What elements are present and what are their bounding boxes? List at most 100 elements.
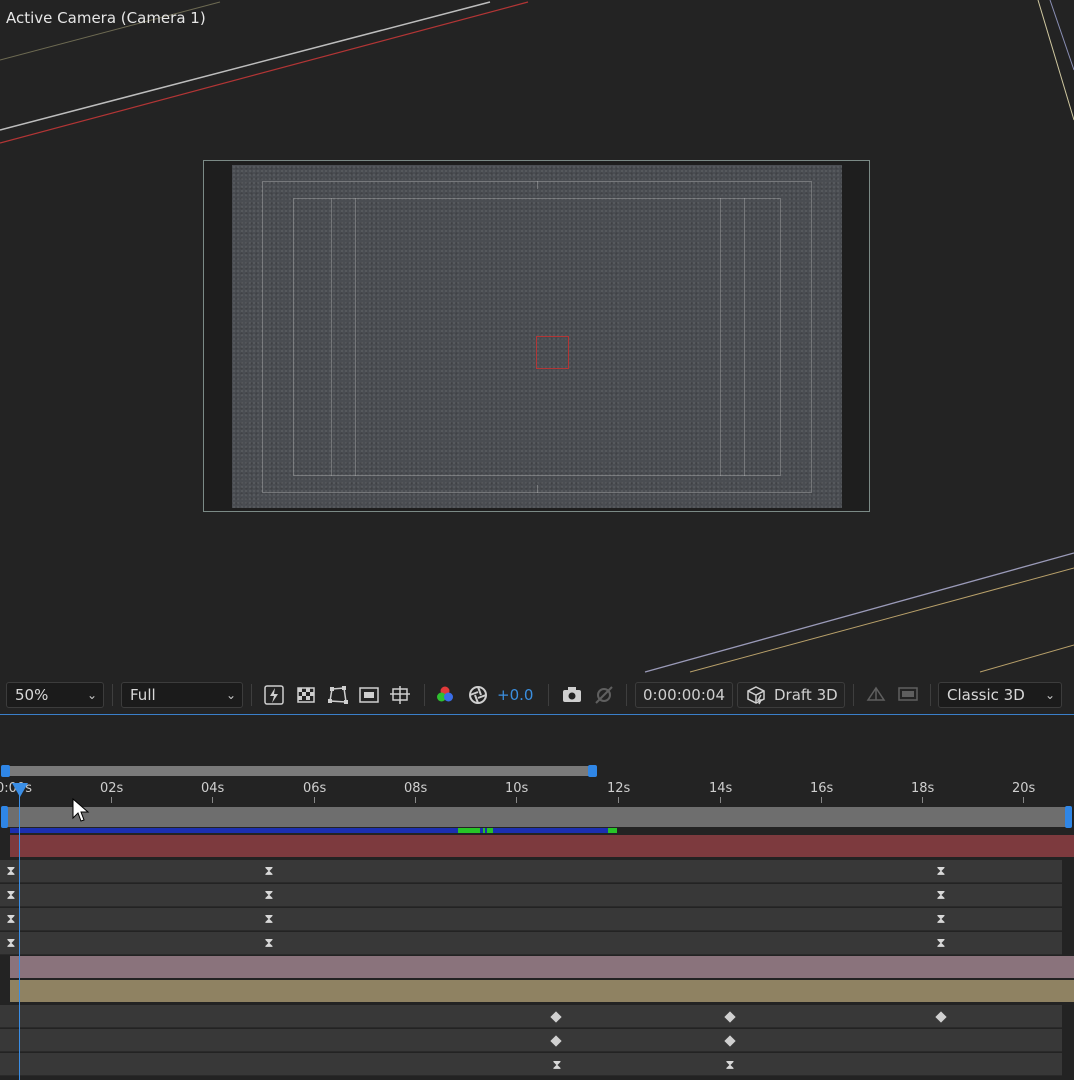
tick-mark [415, 797, 416, 803]
layer-bar-camera[interactable] [10, 835, 1074, 857]
tick-label: 02s [100, 781, 124, 796]
reset-exposure-icon[interactable] [467, 684, 489, 706]
tick-mark [821, 797, 822, 803]
tick-mark [720, 797, 721, 803]
show-snapshot-icon[interactable] [593, 684, 615, 706]
tick-label: 18s [911, 781, 935, 796]
tick-mark [111, 797, 112, 803]
layer-bar-pink[interactable] [10, 956, 1074, 978]
time-navigator-start-handle[interactable] [1, 765, 10, 777]
grid-guides-icon[interactable] [389, 684, 411, 706]
keyframe-ease-icon[interactable]: ⧗ [934, 937, 948, 950]
tick-mark [516, 797, 517, 803]
composition-viewer[interactable]: Active Camera (Camera 1) [0, 0, 1074, 676]
layer-bar-tan[interactable] [10, 980, 1074, 1002]
draft-3d-label: Draft 3D [774, 686, 838, 704]
resolution-dropdown[interactable]: Full ⌄ [121, 682, 243, 708]
keyframe-ease-icon[interactable]: ⧗ [723, 1059, 737, 1072]
keyframe-ease-icon[interactable]: ⧗ [4, 889, 18, 902]
time-navigator-bar[interactable] [4, 766, 592, 776]
keyframe-ease-icon[interactable]: ⧗ [550, 1059, 564, 1072]
cache-indicator-bar [10, 828, 616, 833]
chevron-down-icon: ⌄ [225, 688, 236, 702]
property-track-row[interactable] [0, 1029, 1062, 1052]
tick-mark [314, 797, 315, 803]
center-mark-bottom [537, 485, 538, 493]
tick-label: 08s [404, 781, 428, 796]
chevron-down-icon: ⌄ [1044, 688, 1055, 702]
cache-segment [487, 828, 493, 833]
keyframe-ease-icon[interactable]: ⧗ [262, 889, 276, 902]
viewer-toolbar: 50% ⌄ Full ⌄ +0.0 0:00:00:04 Draft 3D Cl… [0, 676, 1074, 715]
fast-previews-icon[interactable] [263, 684, 285, 706]
3d-view-icon[interactable] [865, 684, 887, 706]
property-track-row[interactable] [0, 884, 1062, 907]
keyframe-ease-icon[interactable]: ⧗ [4, 865, 18, 878]
keyframe-ease-icon[interactable]: ⧗ [262, 937, 276, 950]
toolbar-divider [424, 684, 425, 706]
tick-label: 20s [1012, 781, 1036, 796]
work-area-start-handle[interactable] [1, 806, 8, 828]
magnification-dropdown[interactable]: 50% ⌄ [6, 682, 104, 708]
time-navigator-end-handle[interactable] [588, 765, 597, 777]
transparency-grid-icon[interactable] [295, 684, 317, 706]
keyframe-ease-icon[interactable]: ⧗ [262, 913, 276, 926]
property-track-row[interactable] [0, 860, 1062, 883]
magnification-value: 50% [15, 686, 49, 704]
toolbar-divider [626, 684, 627, 706]
cache-segment [483, 828, 485, 833]
toolbar-divider [930, 684, 931, 706]
work-area-bar[interactable] [4, 807, 1068, 827]
3d-cube-icon [746, 685, 768, 712]
property-track-row[interactable] [0, 1053, 1062, 1076]
view-layout-icon[interactable] [897, 684, 919, 706]
keyframe-ease-icon[interactable]: ⧗ [934, 865, 948, 878]
chevron-down-icon: ⌄ [86, 688, 97, 702]
tick-mark [618, 797, 619, 803]
tick-label: 04s [201, 781, 225, 796]
center-cut-guide-left [331, 198, 332, 476]
tick-mark [212, 797, 213, 803]
tick-label: 14s [709, 781, 733, 796]
tick-label: 10s [505, 781, 529, 796]
keyframe-ease-icon[interactable]: ⧗ [4, 913, 18, 926]
tick-mark [1023, 797, 1024, 803]
resolution-value: Full [130, 686, 156, 704]
toolbar-divider [853, 684, 854, 706]
current-time-display[interactable]: 0:00:00:04 [635, 682, 733, 708]
tick-label: 06s [303, 781, 327, 796]
tick-label: 12s [607, 781, 631, 796]
tick-label: 16s [810, 781, 834, 796]
keyframe-ease-icon[interactable]: ⧗ [934, 889, 948, 902]
center-mark-top [537, 181, 538, 189]
mouse-cursor-icon [72, 798, 90, 822]
center-cut-guide-right [744, 198, 745, 476]
camera-point-of-interest[interactable] [536, 336, 569, 369]
3d-renderer-dropdown[interactable]: Classic 3D ⌄ [938, 682, 1062, 708]
toolbar-divider [251, 684, 252, 706]
color-channels-icon[interactable] [434, 684, 456, 706]
toolbar-divider [548, 684, 549, 706]
keyframe-ease-icon[interactable]: ⧗ [4, 937, 18, 950]
center-cut-guide-right-inner [720, 198, 721, 476]
mask-path-icon[interactable] [327, 684, 349, 706]
viewer-camera-label: Active Camera (Camera 1) [6, 9, 206, 27]
region-of-interest-icon[interactable] [358, 684, 380, 706]
3d-renderer-value: Classic 3D [947, 686, 1025, 704]
property-track-row[interactable] [0, 908, 1062, 931]
keyframe-ease-icon[interactable]: ⧗ [934, 913, 948, 926]
cache-segment [608, 828, 617, 833]
snapshot-icon[interactable] [561, 684, 583, 706]
keyframe-ease-icon[interactable]: ⧗ [262, 865, 276, 878]
property-track-row[interactable] [0, 932, 1062, 955]
toolbar-divider [112, 684, 113, 706]
work-area-end-handle[interactable] [1065, 806, 1072, 828]
exposure-value[interactable]: +0.0 [497, 682, 533, 708]
current-time-indicator-line[interactable] [19, 788, 20, 1080]
property-track-row[interactable] [0, 1005, 1062, 1028]
timeline-panel[interactable]: 0:00s 02s 04s 06s 08s 10s 12s 14s 16s 18… [0, 715, 1074, 1080]
current-time-indicator-head[interactable] [12, 783, 28, 797]
cache-segment [458, 828, 480, 833]
center-cut-guide-left-inner [355, 198, 356, 476]
draft-3d-toggle[interactable]: Draft 3D [737, 682, 845, 708]
